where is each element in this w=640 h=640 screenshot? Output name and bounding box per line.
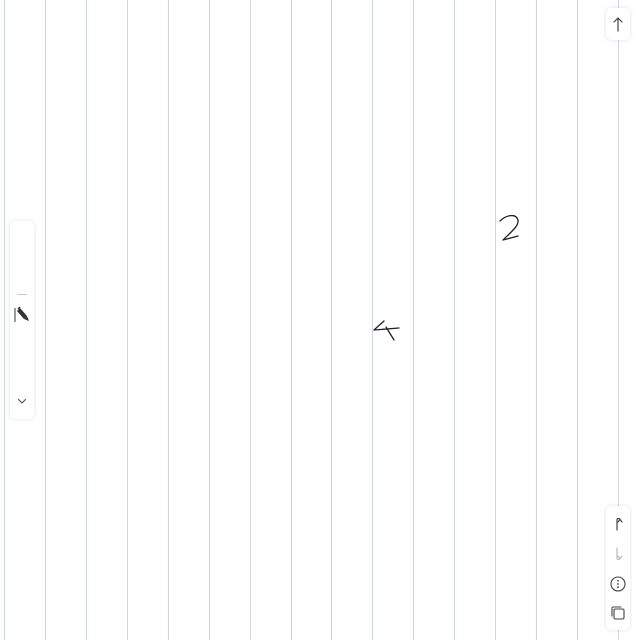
redo-button[interactable] xyxy=(608,544,628,564)
scroll-to-top-button[interactable] xyxy=(606,8,630,40)
left-toolbar xyxy=(10,221,34,419)
arrow-up-icon xyxy=(613,17,623,32)
handwritten-digit-2 xyxy=(499,214,519,241)
ruled-line xyxy=(291,0,292,640)
ruled-line xyxy=(454,0,455,640)
ruled-line xyxy=(250,0,251,640)
ruled-line xyxy=(45,0,46,640)
more-options-button[interactable] xyxy=(608,574,628,594)
note-canvas[interactable] xyxy=(0,0,640,640)
toolbar-divider xyxy=(17,294,27,295)
ruled-line xyxy=(536,0,537,640)
pages-icon xyxy=(611,606,625,620)
undo-icon xyxy=(616,517,623,531)
chevron-down-icon xyxy=(17,398,27,404)
ruled-line xyxy=(413,0,414,640)
ruled-line xyxy=(168,0,169,640)
pen-icon xyxy=(14,306,29,322)
ruled-line xyxy=(372,0,373,640)
collapse-toolbar-button[interactable] xyxy=(14,393,30,409)
ruled-line xyxy=(577,0,578,640)
more-options-icon xyxy=(610,576,626,592)
right-toolbar xyxy=(606,506,630,630)
ruled-line xyxy=(209,0,210,640)
redo-icon xyxy=(616,547,623,561)
ruled-line xyxy=(127,0,128,640)
undo-button[interactable] xyxy=(608,514,628,534)
ruled-line xyxy=(4,0,5,640)
handwritten-digit-4 xyxy=(373,320,400,341)
ruled-line xyxy=(331,0,332,640)
ink-layer xyxy=(373,214,519,341)
pen-tool-button[interactable] xyxy=(11,303,33,325)
ruled-line xyxy=(495,0,496,640)
pages-button[interactable] xyxy=(608,603,628,623)
ruled-line xyxy=(86,0,87,640)
